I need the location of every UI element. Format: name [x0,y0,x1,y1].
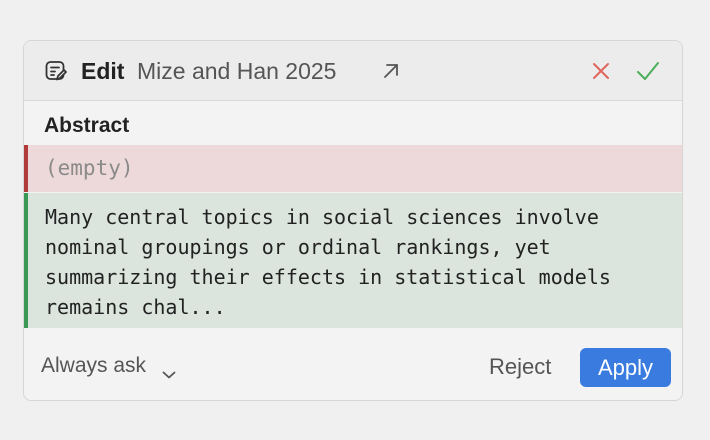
diff-added-block: Many central topics in social sciences i… [24,193,682,328]
checkmark-icon[interactable] [635,58,661,84]
arrow-up-right-icon[interactable] [379,59,403,83]
field-label: Abstract [44,114,130,137]
always-ask-dropdown[interactable]: Always ask [41,353,176,379]
card-header: Edit Mize and Han 2025 [24,41,682,101]
always-ask-label: Always ask [41,354,147,377]
chevron-down-icon [162,361,176,379]
apply-button[interactable]: Apply [580,348,671,387]
diff-removed-block: (empty) [24,145,682,192]
document-edit-icon [44,59,68,83]
edit-review-card: Edit Mize and Han 2025 Abstract (empty) … [23,40,683,401]
item-title: Mize and Han 2025 [137,58,337,84]
edit-label: Edit [81,58,125,84]
old-value: (empty) [45,156,134,180]
new-value: Many central topics in social sciences i… [45,205,611,319]
reject-button[interactable]: Reject [477,348,563,386]
close-icon[interactable] [589,59,613,83]
